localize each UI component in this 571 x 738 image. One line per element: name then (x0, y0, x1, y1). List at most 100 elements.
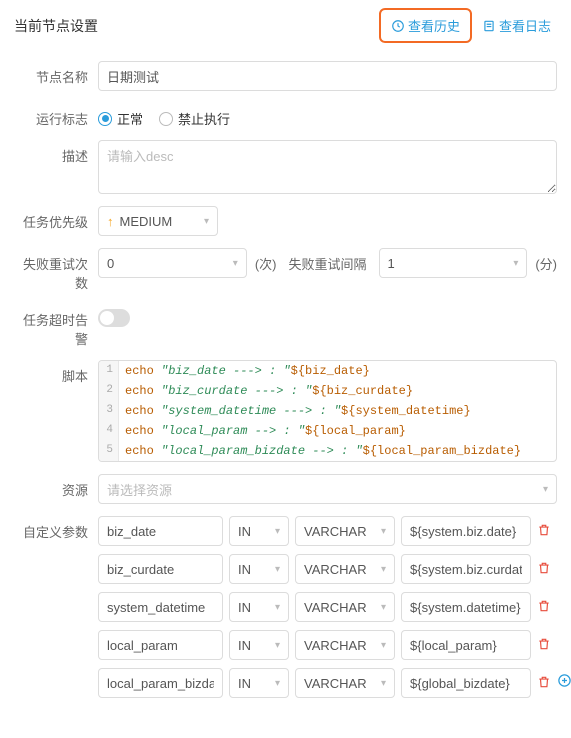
add-param-button[interactable] (557, 673, 571, 693)
chevron-down-icon: ▾ (381, 564, 386, 575)
code-content: echo "system_datetime ---> : "${system_d… (119, 401, 477, 421)
chevron-down-icon: ▾ (381, 678, 386, 689)
param-row: IN▾VARCHAR▾ (98, 592, 571, 622)
line-number: 2 (99, 381, 119, 401)
param-name-input[interactable] (98, 554, 223, 584)
custom-params-label: 自定义参数 (14, 516, 98, 541)
header: 当前节点设置 查看历史 查看日志 (0, 0, 571, 53)
param-name-input[interactable] (98, 592, 223, 622)
node-name-input[interactable] (98, 61, 557, 91)
line-number: 3 (99, 401, 119, 421)
code-content: echo "biz_curdate ---> : "${biz_curdate} (119, 381, 419, 401)
desc-label: 描述 (14, 140, 98, 165)
retry-count-label: 失败重试次数 (14, 248, 98, 292)
param-name-input[interactable] (98, 668, 223, 698)
node-name-label: 节点名称 (14, 61, 98, 86)
delete-param-button[interactable] (537, 675, 551, 692)
script-editor[interactable]: 1echo "biz_date ---> : "${biz_date}2echo… (98, 360, 557, 462)
retry-count-select[interactable]: 0 ▾ (98, 248, 247, 278)
priority-select[interactable]: ↑ MEDIUM ▾ (98, 206, 218, 236)
param-direction-select[interactable]: IN▾ (229, 516, 289, 546)
retry-interval-value: 1 (388, 256, 395, 271)
chevron-down-icon: ▾ (275, 678, 280, 689)
script-label: 脚本 (14, 360, 98, 385)
param-row: IN▾VARCHAR▾ (98, 630, 571, 660)
priority-label: 任务优先级 (14, 206, 98, 231)
radio-icon (98, 112, 112, 126)
chevron-down-icon: ▾ (275, 602, 280, 613)
param-value-input[interactable] (401, 516, 531, 546)
view-log-label: 查看日志 (499, 16, 551, 35)
param-type-select[interactable]: VARCHAR▾ (295, 668, 395, 698)
history-icon (391, 19, 405, 33)
retry-interval-select[interactable]: 1 ▾ (379, 248, 528, 278)
desc-textarea[interactable] (98, 140, 557, 194)
resource-select[interactable]: 请选择资源 ▾ (98, 474, 557, 504)
chevron-down-icon: ▾ (233, 258, 238, 269)
param-direction-select[interactable]: IN▾ (229, 630, 289, 660)
code-line: 1echo "biz_date ---> : "${biz_date} (99, 361, 556, 381)
view-history-link[interactable]: 查看历史 (379, 8, 472, 43)
run-flag-group: 正常 禁止执行 (98, 103, 230, 128)
run-flag-normal-label: 正常 (117, 109, 143, 128)
delete-param-button[interactable] (537, 561, 551, 578)
view-history-label: 查看历史 (408, 16, 460, 35)
view-log-link[interactable]: 查看日志 (472, 8, 557, 43)
param-row: IN▾VARCHAR▾ (98, 668, 571, 698)
line-number: 4 (99, 421, 119, 441)
param-value-input[interactable] (401, 668, 531, 698)
code-line: 3echo "system_datetime ---> : "${system_… (99, 401, 556, 421)
retry-interval-label: 失败重试间隔 (289, 254, 367, 273)
param-name-input[interactable] (98, 630, 223, 660)
param-value-input[interactable] (401, 630, 531, 660)
timeout-alarm-switch[interactable] (98, 309, 130, 327)
arrow-up-icon: ↑ (107, 214, 114, 229)
chevron-down-icon: ▾ (543, 484, 548, 495)
priority-value: MEDIUM (120, 214, 173, 229)
param-value-input[interactable] (401, 592, 531, 622)
chevron-down-icon: ▾ (381, 602, 386, 613)
code-content: echo "local_param_bizdate --> : "${local… (119, 441, 527, 461)
run-flag-forbid-label: 禁止执行 (178, 109, 230, 128)
retry-count-unit: (次) (255, 254, 277, 273)
run-flag-forbid[interactable]: 禁止执行 (159, 109, 230, 128)
param-row: IN▾VARCHAR▾ (98, 554, 571, 584)
timeout-alarm-label: 任务超时告警 (14, 304, 98, 348)
chevron-down-icon: ▾ (275, 640, 280, 651)
header-links: 查看历史 查看日志 (379, 8, 557, 43)
run-flag-normal[interactable]: 正常 (98, 109, 143, 128)
param-type-select[interactable]: VARCHAR▾ (295, 630, 395, 660)
param-type-select[interactable]: VARCHAR▾ (295, 554, 395, 584)
param-row: IN▾VARCHAR▾ (98, 516, 571, 546)
code-line: 2echo "biz_curdate ---> : "${biz_curdate… (99, 381, 556, 401)
chevron-down-icon: ▾ (275, 526, 280, 537)
delete-param-button[interactable] (537, 523, 551, 540)
chevron-down-icon: ▾ (381, 640, 386, 651)
param-direction-select[interactable]: IN▾ (229, 668, 289, 698)
run-flag-label: 运行标志 (14, 103, 98, 128)
code-content: echo "local_param --> : "${local_param} (119, 421, 412, 441)
delete-param-button[interactable] (537, 599, 551, 616)
retry-count-value: 0 (107, 256, 114, 271)
param-direction-select[interactable]: IN▾ (229, 592, 289, 622)
radio-icon (159, 112, 173, 126)
param-type-select[interactable]: VARCHAR▾ (295, 592, 395, 622)
chevron-down-icon: ▾ (381, 526, 386, 537)
code-line: 5echo "local_param_bizdate --> : "${loca… (99, 441, 556, 461)
chevron-down-icon: ▾ (513, 258, 518, 269)
delete-param-button[interactable] (537, 637, 551, 654)
param-name-input[interactable] (98, 516, 223, 546)
param-direction-select[interactable]: IN▾ (229, 554, 289, 584)
param-type-select[interactable]: VARCHAR▾ (295, 516, 395, 546)
page-title: 当前节点设置 (14, 16, 379, 36)
form: 节点名称 运行标志 正常 禁止执行 描述 任务优先级 (0, 53, 571, 738)
code-content: echo "biz_date ---> : "${biz_date} (119, 361, 376, 381)
line-number: 5 (99, 441, 119, 461)
resource-placeholder: 请选择资源 (107, 480, 172, 499)
line-number: 1 (99, 361, 119, 381)
resource-label: 资源 (14, 474, 98, 499)
retry-interval-unit: (分) (535, 254, 557, 273)
param-value-input[interactable] (401, 554, 531, 584)
log-icon (482, 19, 496, 33)
chevron-down-icon: ▾ (204, 216, 209, 227)
